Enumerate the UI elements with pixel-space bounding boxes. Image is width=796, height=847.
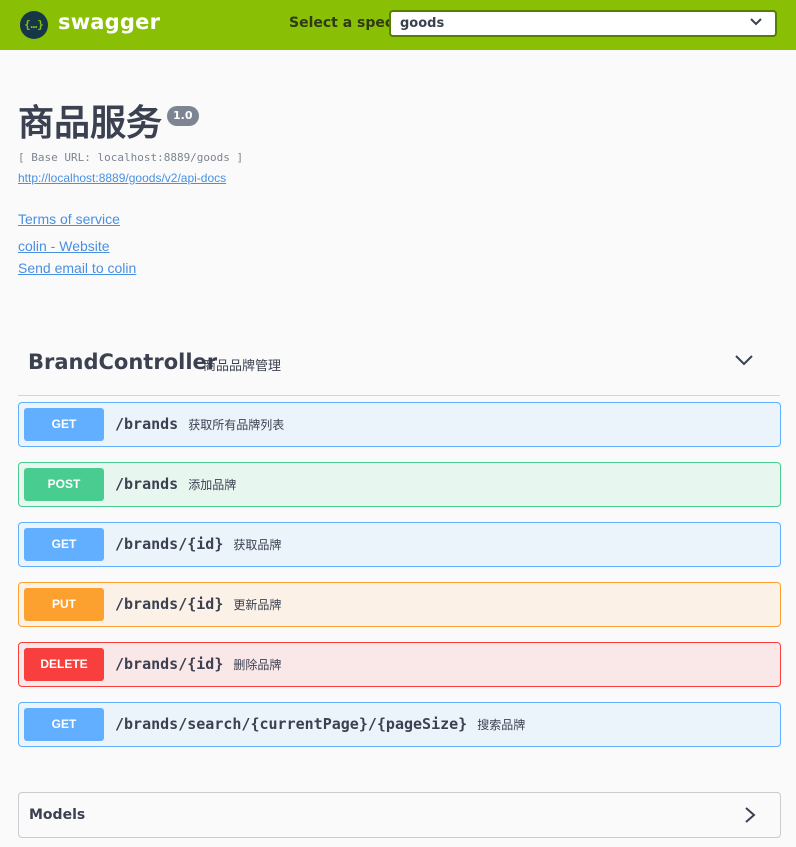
models-section[interactable]: Models [18,792,781,838]
contact-email-link[interactable]: Send email to colin [18,260,136,276]
tag-name: BrandController [28,350,218,374]
method-badge: POST [24,468,104,501]
chevron-down-icon[interactable] [734,352,754,368]
chevron-down-icon [750,18,762,26]
swagger-logo-text[interactable]: swagger [58,10,160,34]
base-url: [ Base URL: localhost:8889/goods ] [18,151,244,164]
method-badge: GET [24,408,104,441]
models-label: Models [29,807,86,823]
operation-summary: 更新品牌 [233,598,282,612]
tag-section-header[interactable]: BrandController 商品品牌管理 [18,338,780,396]
contact-website-link[interactable]: colin - Website [18,238,110,254]
operation-summary: 获取所有品牌列表 [188,418,285,432]
method-badge: GET [24,708,104,741]
operation-summary: 删除品牌 [233,658,282,672]
operation-search-brands[interactable]: GET /brands/search/{currentPage}/{pageSi… [18,702,781,747]
operation-delete-brand[interactable]: DELETE /brands/{id} 删除品牌 [18,642,781,687]
method-badge: DELETE [24,648,104,681]
version-badge: 1.0 [167,106,199,126]
page-title: 商品服务 [18,103,163,144]
terms-of-service-link[interactable]: Terms of service [18,211,120,227]
tag-description: 商品品牌管理 [203,359,282,374]
operation-path: /brands/{id} 获取品牌 [115,535,282,553]
operation-path: /brands 获取所有品牌列表 [115,415,285,433]
operation-summary: 添加品牌 [188,478,237,492]
api-title-row: 商品服务 1.0 [18,102,199,146]
operation-path: /brands/{id} 更新品牌 [115,595,282,613]
operation-get-brands[interactable]: GET /brands 获取所有品牌列表 [18,402,781,447]
operation-path: /brands/{id} 删除品牌 [115,655,282,673]
operation-path: /brands/search/{currentPage}/{pageSize} 搜… [115,715,526,733]
spec-select-value: goods [400,16,445,31]
operation-summary: 搜索品牌 [477,718,526,732]
api-docs-link[interactable]: http://localhost:8889/goods/v2/api-docs [18,171,226,185]
operation-get-brand-by-id[interactable]: GET /brands/{id} 获取品牌 [18,522,781,567]
top-bar: {…} swagger Select a spec goods [0,0,796,50]
method-badge: GET [24,528,104,561]
swagger-logo-icon[interactable]: {…} [20,11,48,39]
spec-select-label: Select a spec [289,15,394,31]
spec-select[interactable]: goods [389,10,777,37]
method-badge: PUT [24,588,104,621]
operation-post-brands[interactable]: POST /brands 添加品牌 [18,462,781,507]
operation-put-brand[interactable]: PUT /brands/{id} 更新品牌 [18,582,781,627]
operation-path: /brands 添加品牌 [115,475,237,493]
chevron-right-icon[interactable] [744,806,756,824]
operation-summary: 获取品牌 [233,538,282,552]
